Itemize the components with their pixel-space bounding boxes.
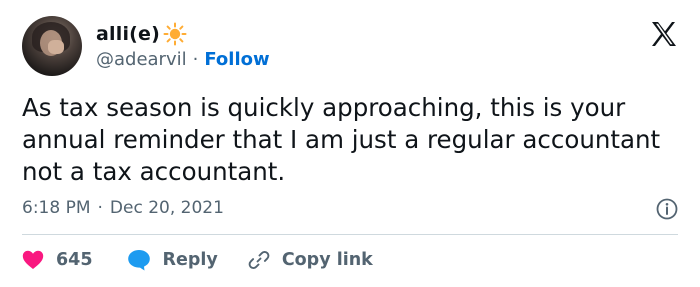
author-handle[interactable]: @adearvil bbox=[96, 49, 187, 70]
like-button[interactable]: 645 bbox=[22, 250, 93, 270]
tweet-date[interactable]: Dec 20, 2021 bbox=[110, 198, 224, 218]
tweet-timestamp[interactable]: 6:18 PM · Dec 20, 2021 bbox=[22, 198, 224, 218]
tweet-time[interactable]: 6:18 PM bbox=[22, 198, 91, 218]
author-handle-row: @adearvil · Follow bbox=[96, 49, 270, 70]
author-display-name[interactable]: alli(e) bbox=[96, 23, 160, 45]
x-logo-icon[interactable] bbox=[650, 20, 678, 48]
handle-separator: · bbox=[192, 49, 199, 70]
link-icon bbox=[248, 249, 270, 271]
info-icon[interactable] bbox=[656, 198, 678, 220]
avatar[interactable] bbox=[22, 16, 82, 76]
tweet-actions: 645 Reply Copy link bbox=[22, 246, 373, 274]
author-name-row: alli(e) bbox=[96, 22, 187, 46]
timestamp-separator: · bbox=[97, 198, 103, 218]
sun-icon bbox=[163, 22, 187, 46]
tweet-text: As tax season is quickly approaching, th… bbox=[22, 93, 661, 186]
reply-label: Reply bbox=[162, 250, 218, 270]
divider bbox=[22, 234, 678, 235]
tweet-header: alli(e) @adearvil · Follow bbox=[22, 16, 678, 80]
heart-icon bbox=[22, 250, 44, 270]
reply-bubble-icon bbox=[127, 249, 151, 271]
follow-button[interactable]: Follow bbox=[204, 49, 269, 70]
copy-link-button[interactable]: Copy link bbox=[248, 249, 373, 271]
like-count: 645 bbox=[56, 250, 93, 270]
reply-button[interactable]: Reply bbox=[127, 249, 218, 271]
copy-link-label: Copy link bbox=[281, 250, 373, 270]
